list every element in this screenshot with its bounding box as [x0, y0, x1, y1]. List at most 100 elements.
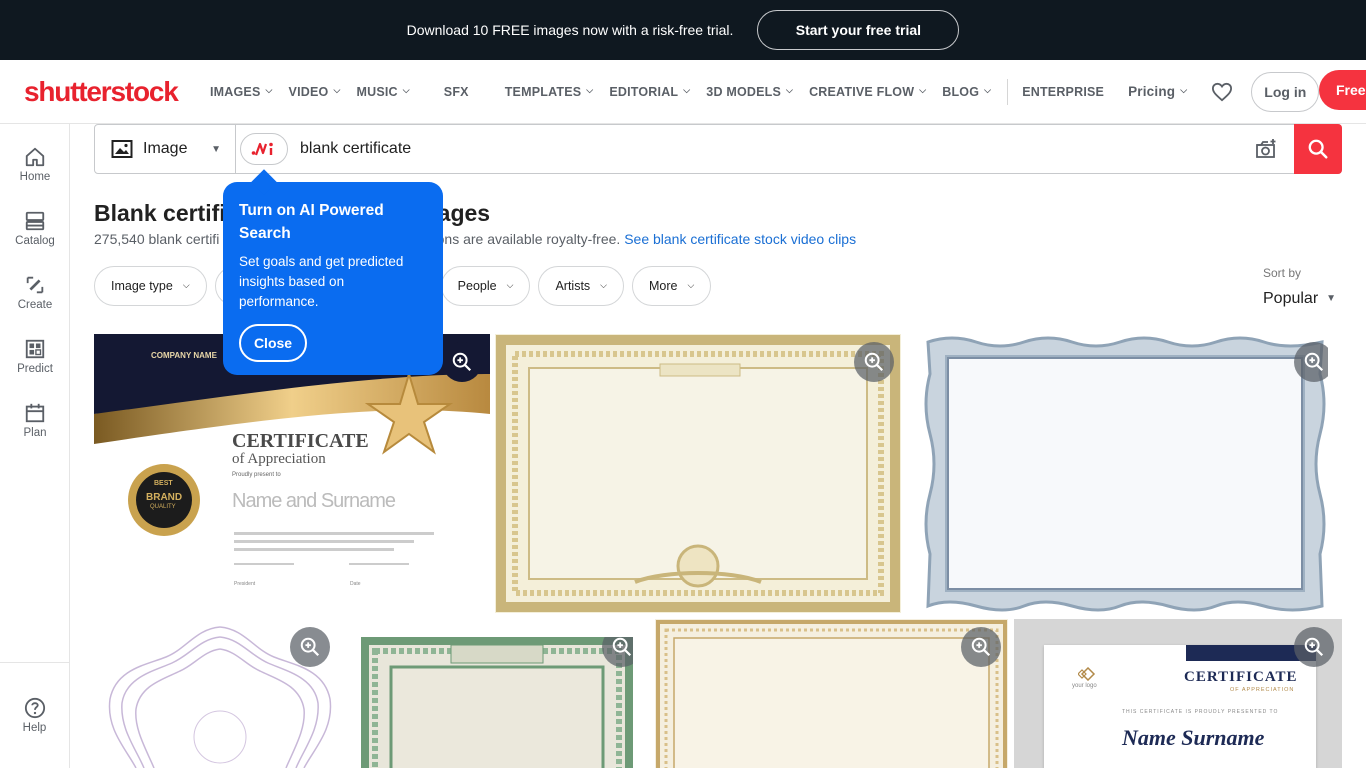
results-subtitle: 275,540 blank certifi trations are availa…	[94, 231, 856, 247]
sidebar-item-catalog[interactable]: Catalog	[0, 196, 70, 260]
zoom-button[interactable]	[1294, 627, 1334, 667]
nav-music[interactable]: MUSIC ⌵	[356, 85, 409, 99]
media-type-select[interactable]: Image ▼	[95, 125, 236, 173]
thumb-heading: CERTIFICATE	[1184, 669, 1298, 685]
thumb-subheading: of Appreciation	[232, 451, 326, 467]
catalog-icon	[25, 211, 45, 230]
caret-down-icon: ▼	[1326, 292, 1337, 304]
calendar-icon	[25, 403, 45, 422]
filter-label: More	[649, 279, 678, 293]
thumb-heading: CERTIFICATE	[232, 430, 369, 452]
sidebar-item-home[interactable]: Home	[0, 132, 70, 196]
search-submit-button[interactable]	[1294, 124, 1342, 174]
heart-icon[interactable]	[1211, 82, 1233, 102]
tooltip-body: Set goals and get predicted insights bas…	[239, 254, 404, 309]
chevron-down-icon: ⌵	[182, 279, 190, 290]
sidebar-item-help[interactable]: Help	[0, 662, 69, 768]
search-bar: Image ▼ blank certificate	[94, 124, 1342, 174]
sidebar-item-predict[interactable]: Predict	[0, 324, 70, 388]
nav-video[interactable]: VIDEO ⌵	[289, 85, 341, 99]
zoom-in-icon	[1304, 637, 1324, 657]
sidebar-label: Catalog	[15, 234, 55, 247]
nav-label: BLOG	[942, 84, 980, 99]
sidebar-label: Plan	[23, 426, 47, 439]
logo-mark-icon	[1078, 667, 1096, 681]
sidebar-item-create[interactable]: Create	[0, 260, 70, 324]
filter-artists[interactable]: Artists ⌵	[538, 266, 624, 306]
zoom-button[interactable]	[1294, 342, 1328, 382]
result-image-certificate-navy[interactable]: your logo CERTIFICATE OF APPRECIATION TH…	[1014, 619, 1342, 768]
chevron-down-icon: ⌵	[786, 85, 794, 95]
zoom-in-icon	[612, 637, 632, 657]
zoom-button[interactable]	[290, 627, 330, 667]
chevron-down-icon: ⌵	[600, 279, 607, 290]
nav-pricing[interactable]: Pricing ⌵	[1128, 84, 1187, 99]
filter-people[interactable]: People ⌵	[440, 266, 531, 306]
nav-templates[interactable]: TEMPLATES ⌵	[505, 85, 594, 99]
sort-value[interactable]: Popular ▼	[1263, 290, 1336, 308]
login-button[interactable]: Log in	[1251, 71, 1320, 112]
zoom-button[interactable]	[961, 627, 1001, 667]
nav-label: CREATIVE FLOW	[809, 84, 915, 99]
zoom-button[interactable]	[854, 342, 894, 382]
zoom-in-icon	[864, 352, 884, 372]
start-free-trial-button[interactable]: Start your free trial	[757, 10, 960, 50]
sidebar-label: Predict	[17, 362, 53, 375]
nav-editorial[interactable]: EDITORIAL ⌵	[609, 85, 690, 99]
sidebar-label: Help	[22, 722, 47, 734]
ai-search-tooltip: Turn on AI Powered Search Set goals and …	[223, 182, 443, 375]
result-image-purple-rosette[interactable]	[94, 619, 340, 768]
frame-artwork	[656, 620, 1007, 768]
predict-icon	[25, 339, 45, 358]
sidebar-item-plan[interactable]: Plan	[0, 388, 70, 452]
search-input[interactable]: blank certificate	[300, 140, 1254, 158]
thumb-subheading: OF APPRECIATION	[1230, 687, 1295, 693]
nav-sfx[interactable]: SFX	[444, 85, 469, 99]
nav-enterprise[interactable]: ENTERPRISE	[1022, 85, 1104, 99]
subtitle-text: trations are available royalty-free.	[413, 231, 621, 247]
sort-control[interactable]: Sort by Popular ▼	[1263, 266, 1336, 308]
thumb-name: Name Surname	[1122, 725, 1265, 750]
home-icon	[25, 147, 45, 166]
nav-label: Pricing	[1128, 84, 1176, 99]
result-image-blue-frame[interactable]	[922, 334, 1328, 613]
result-image-cream-frame[interactable]	[655, 619, 1008, 768]
logo-accent: o	[133, 75, 150, 107]
tooltip-close-button[interactable]: Close	[239, 324, 307, 362]
nav-label: SFX	[443, 84, 469, 99]
zoom-in-icon	[971, 637, 991, 657]
thumb-name: Name and Surname	[232, 490, 396, 512]
filter-label: Artists	[555, 279, 591, 293]
results-title-end: ages	[437, 200, 491, 226]
filter-more[interactable]: More ⌵	[632, 266, 712, 306]
camera-search-icon[interactable]	[1254, 137, 1278, 161]
filter-image-type[interactable]: Image type ⌵	[94, 266, 207, 306]
free-trial-button[interactable]: Free t	[1319, 70, 1366, 110]
result-image-gold-frame[interactable]	[495, 334, 901, 613]
certificate-paper: your logo CERTIFICATE OF APPRECIATION TH…	[1044, 645, 1316, 768]
nav-3d-models[interactable]: 3D MODELS ⌵	[706, 85, 793, 99]
media-type-label: Image	[143, 140, 188, 157]
thumb-presented: THIS CERTIFICATE IS PROUDLY PRESENTED TO	[1122, 709, 1279, 715]
create-icon	[26, 276, 44, 293]
main-nav: IMAGES ⌵ VIDEO ⌵ MUSIC ⌵ SFX TEMPLATES ⌵ EDI…	[210, 71, 1320, 112]
nav-label: EDITORIAL	[609, 84, 679, 99]
thumb-logo: your logo	[1072, 683, 1097, 689]
video-clips-link[interactable]: See blank certificate stock video clips	[624, 231, 856, 247]
chevron-down-icon: ⌵	[687, 279, 695, 290]
ai-search-toggle[interactable]	[240, 133, 288, 165]
nav-label: IMAGES	[210, 84, 261, 99]
nav-images[interactable]: IMAGES ⌵	[210, 85, 273, 99]
chevron-down-icon: ⌵	[586, 85, 594, 95]
filter-label: Image type	[111, 279, 173, 293]
nav-divider	[1007, 78, 1009, 105]
frame-artwork	[361, 637, 633, 768]
nav-creative-flow[interactable]: CREATIVE FLOW ⌵	[809, 85, 926, 99]
sort-label: Sort by	[1263, 266, 1302, 280]
nav-blog[interactable]: BLOG ⌵	[942, 85, 991, 99]
shutterstock-logo[interactable]: shutterst o ck	[24, 75, 182, 107]
thumb-badge-top: BEST	[154, 480, 173, 487]
zoom-button[interactable]	[442, 342, 482, 382]
chevron-down-icon: ⌵	[402, 85, 410, 95]
result-image-green-frame[interactable]	[361, 637, 633, 768]
